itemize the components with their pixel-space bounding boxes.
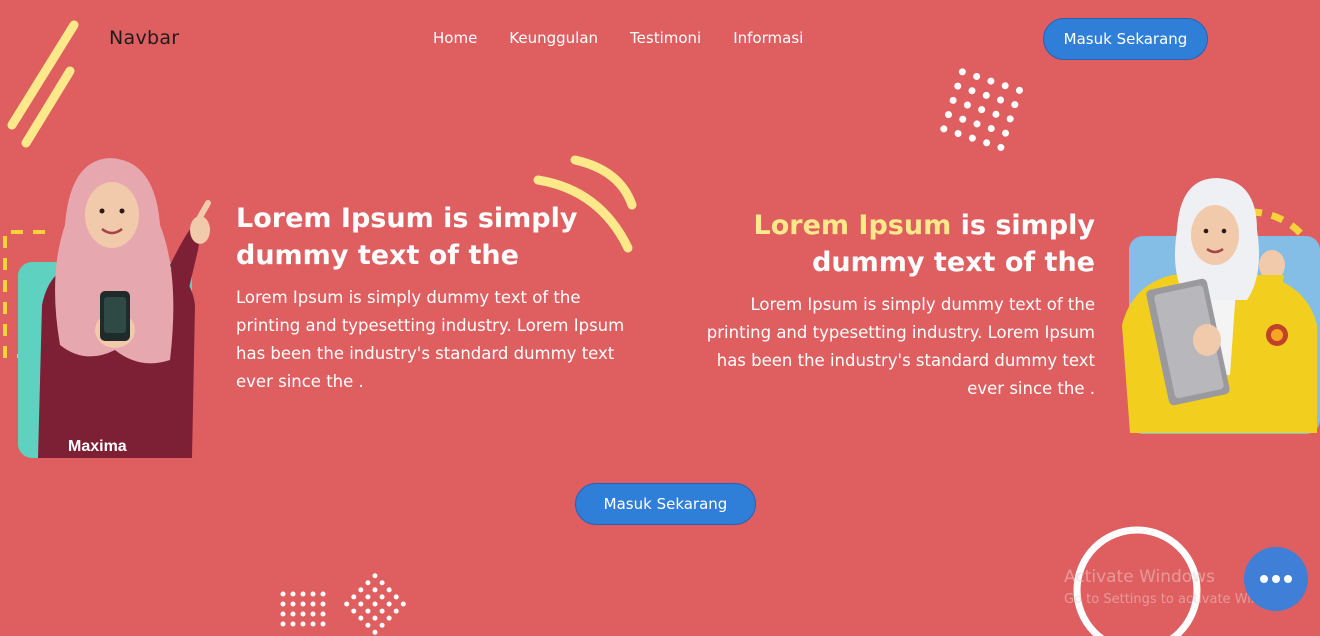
hero-right-title: Lorem Ipsum is simply dummy text of the — [700, 207, 1096, 281]
person-right-photo — [1122, 178, 1317, 433]
hero-left-section: Lorem Ipsum is simply dummy text of the … — [236, 200, 626, 396]
nav-menu: Home Keunggulan Testimoni Informasi — [433, 29, 835, 47]
main-cta-button[interactable]: Masuk Sekarang — [575, 483, 756, 525]
navbar-login-button[interactable]: Masuk Sekarang — [1043, 18, 1208, 60]
chat-bubble-dots-icon — [1260, 575, 1292, 583]
hero-right-section: Lorem Ipsum is simply dummy text of the … — [700, 207, 1095, 403]
nav-link-testimoni[interactable]: Testimoni — [630, 29, 701, 47]
white-dot-grid-bottom-decoration — [280, 573, 406, 635]
hero-right-description: Lorem Ipsum is simply dummy text of the … — [706, 295, 1095, 398]
yellow-stripes-decoration — [7, 20, 79, 148]
hero-left-title: Lorem Ipsum is simply dummy text of the — [236, 203, 578, 271]
nav-link-home[interactable]: Home — [433, 29, 477, 47]
nav-link-keunggulan[interactable]: Keunggulan — [509, 29, 598, 47]
person-left-photo: Maxima — [38, 158, 211, 458]
white-dot-grid-decoration — [940, 68, 1023, 151]
chat-floating-button[interactable] — [1244, 547, 1308, 611]
os-activation-watermark-title: Activate Windows — [1064, 567, 1215, 587]
navbar-brand[interactable]: Navbar — [109, 27, 179, 49]
hero-right-title-highlight: Lorem Ipsum — [753, 210, 952, 241]
shirt-logo-text: Maxima — [68, 438, 127, 455]
nav-link-informasi[interactable]: Informasi — [733, 29, 803, 47]
hero-left-description: Lorem Ipsum is simply dummy text of the … — [236, 288, 625, 391]
